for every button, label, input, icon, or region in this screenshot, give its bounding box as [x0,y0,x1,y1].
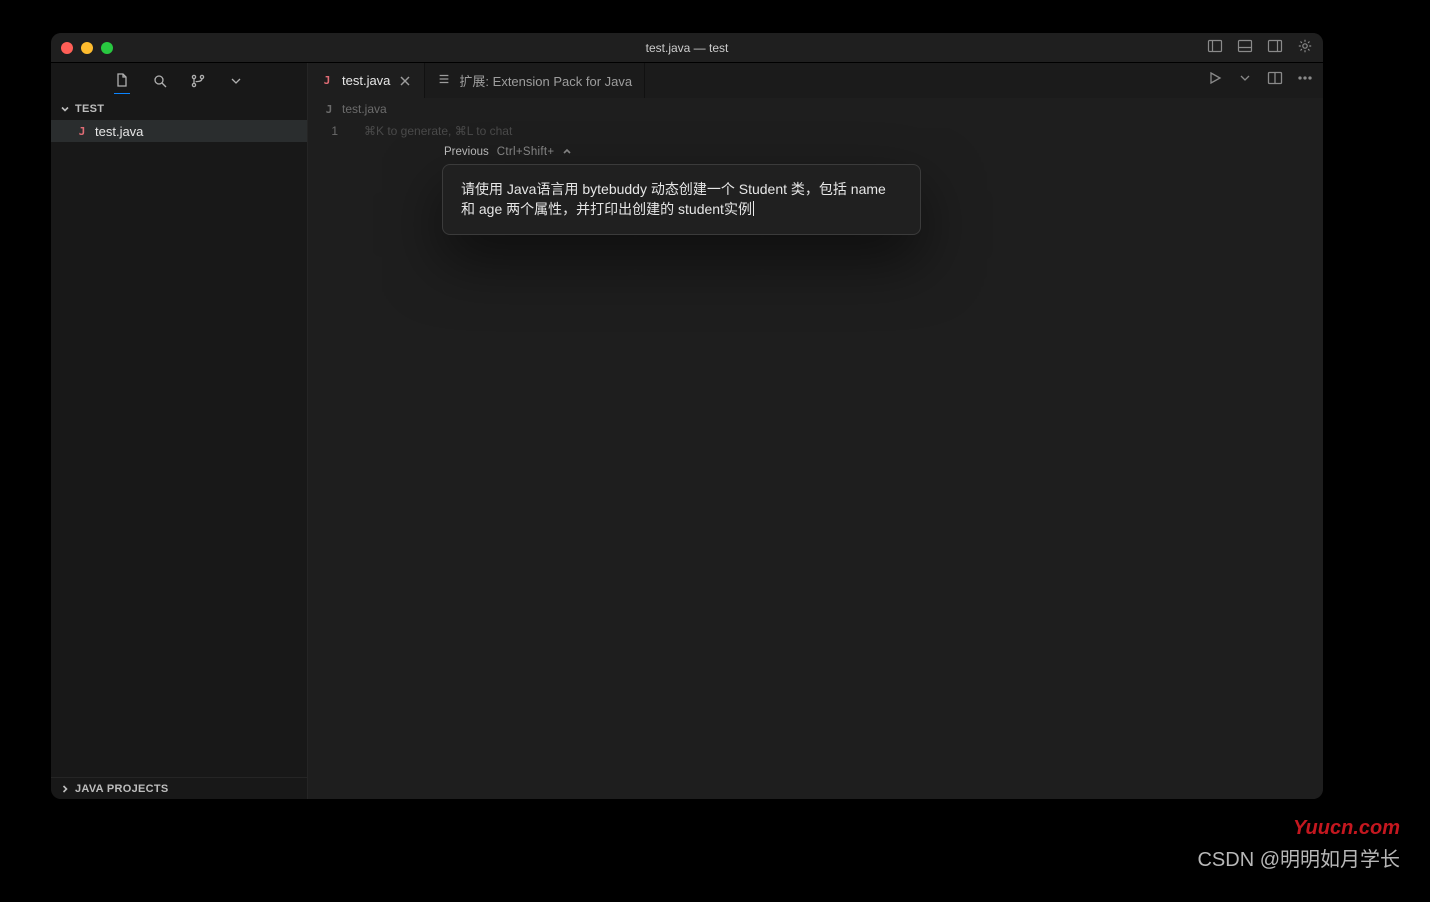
title-bar: test.java — test [51,33,1323,63]
breadcrumb[interactable]: J test.java [308,98,1323,120]
panel-bottom-icon[interactable] [1237,38,1253,57]
split-editor-icon[interactable] [1267,70,1283,91]
sidebar: TEST J test.java JAVA PROJECTS [51,63,308,799]
java-projects-section[interactable]: JAVA PROJECTS [51,777,307,799]
tab-test-java[interactable]: J test.java [308,63,425,98]
java-file-icon: J [75,124,89,138]
panel-right-icon[interactable] [1267,38,1283,57]
file-name: test.java [95,124,143,139]
traffic-lights [61,42,113,54]
watermark-site: Yuucn.com [1293,817,1400,840]
editor-actions [1197,63,1323,98]
tab-label: test.java [342,73,390,88]
java-file-icon: J [322,102,336,116]
gutter: 1 [308,120,356,799]
minimize-window[interactable] [81,42,93,54]
window-title: test.java — test [51,41,1323,55]
ai-prompt-text: 请使用 Java语言用 bytebuddy 动态创建一个 Student 类，包… [461,181,886,217]
more-icon[interactable] [1297,70,1313,91]
text-caret [753,201,754,216]
file-row-test-java[interactable]: J test.java [51,120,307,142]
run-icon[interactable] [1207,70,1223,91]
zoom-window[interactable] [101,42,113,54]
chevron-down-icon[interactable] [228,73,244,89]
ai-prompt-input[interactable]: 请使用 Java语言用 bytebuddy 动态创建一个 Student 类，包… [442,164,921,235]
sidebar-toolbar [51,63,307,98]
inline-hint: ⌘K to generate, ⌘L to chat [364,124,1313,140]
previous-hint[interactable]: Previous Ctrl+Shift+ [444,142,572,162]
panel-left-icon[interactable] [1207,38,1223,57]
breadcrumb-label: test.java [342,102,387,116]
previous-label: Previous [444,146,489,158]
window-body: TEST J test.java JAVA PROJECTS J test.ja… [51,63,1323,799]
editor-group: J test.java 扩展: Extension Pack for Java [308,63,1323,799]
tabs-row: J test.java 扩展: Extension Pack for Java [308,63,1323,98]
tab-label: 扩展: Extension Pack for Java [459,71,632,90]
close-icon[interactable] [398,74,412,88]
vscode-window: test.java — test [51,33,1323,799]
branch-icon[interactable] [190,73,206,89]
title-actions [1207,38,1313,57]
gear-icon[interactable] [1297,38,1313,57]
chevron-down-icon[interactable] [1237,70,1253,91]
previous-shortcut: Ctrl+Shift+ [497,146,555,158]
java-projects-label: JAVA PROJECTS [75,783,169,795]
files-icon[interactable] [114,78,130,94]
code-editor[interactable]: 1 ⌘K to generate, ⌘L to chat Previous Ct… [308,120,1323,799]
tab-extension-pack[interactable]: 扩展: Extension Pack for Java [425,63,645,98]
chevron-down-icon [59,103,71,115]
explorer-section-header[interactable]: TEST [51,98,307,120]
search-icon[interactable] [152,73,168,89]
list-icon [437,72,451,89]
close-window[interactable] [61,42,73,54]
arrow-up-icon [562,147,572,157]
line-number: 1 [308,124,338,138]
explorer-section-label: TEST [75,103,104,115]
java-file-icon: J [320,74,334,88]
watermark-credit: CSDN @明明如月学长 [1197,843,1400,872]
chevron-right-icon [59,783,71,795]
